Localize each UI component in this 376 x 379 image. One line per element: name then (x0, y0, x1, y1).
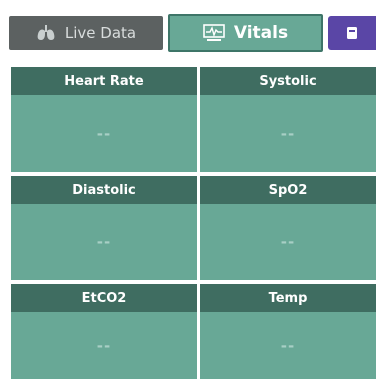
vital-tile-spo2[interactable]: SpO2 -- (200, 176, 376, 280)
vital-tile-systolic[interactable]: Systolic -- (200, 67, 376, 172)
vital-tile-etco2[interactable]: EtCO2 -- (11, 284, 197, 379)
lungs-icon (36, 25, 56, 41)
vital-label: EtCO2 (11, 284, 197, 312)
vital-tile-heart-rate[interactable]: Heart Rate -- (11, 67, 197, 172)
tab-live-data-label: Live Data (64, 24, 137, 42)
tab-vitals-label: Vitals (233, 23, 289, 43)
vital-value: -- (280, 233, 296, 251)
tab-device[interactable] (328, 16, 376, 50)
vital-label: SpO2 (200, 176, 376, 204)
vital-label: Heart Rate (11, 67, 197, 95)
vital-label: Systolic (200, 67, 376, 95)
vital-tile-temp[interactable]: Temp -- (200, 284, 376, 379)
tab-bar: Live Data Vitals (0, 0, 376, 60)
vital-value: -- (96, 233, 112, 251)
tab-live-data[interactable]: Live Data (9, 16, 163, 50)
device-icon (344, 25, 360, 41)
vital-label: Diastolic (11, 176, 197, 204)
vital-tile-diastolic[interactable]: Diastolic -- (11, 176, 197, 280)
vital-value: -- (280, 336, 296, 355)
monitor-waveform-icon (203, 24, 225, 42)
vital-label: Temp (200, 284, 376, 312)
vital-value: -- (280, 124, 296, 143)
tab-vitals[interactable]: Vitals (168, 14, 323, 52)
vital-value: -- (96, 336, 112, 355)
vital-value: -- (96, 124, 112, 143)
vitals-grid: Heart Rate -- Systolic -- Diastolic -- S… (11, 67, 376, 379)
